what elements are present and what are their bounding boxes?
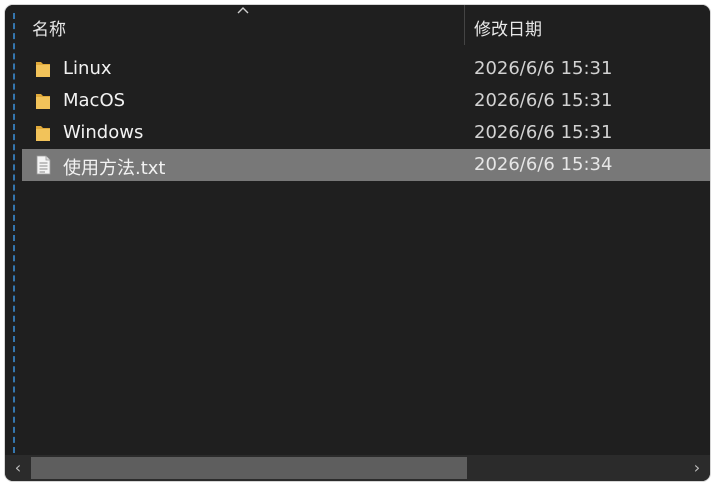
chevron-left-icon: ‹	[14, 458, 22, 477]
list-item[interactable]: Windows 2026/6/6 15:31	[22, 117, 710, 149]
list-item[interactable]: 使用方法.txt 2026/6/6 15:34	[22, 149, 710, 181]
file-modified-date: 2026/6/6 15:31	[474, 58, 613, 79]
file-name: MacOS	[63, 90, 126, 111]
column-divider[interactable]	[464, 5, 465, 45]
folder-icon	[36, 62, 50, 77]
file-name: Windows	[63, 122, 144, 143]
file-modified-date: 2026/6/6 15:34	[474, 154, 613, 175]
file-name: 使用方法.txt	[63, 158, 166, 179]
column-header: 名称 修改日期	[22, 5, 710, 45]
date-modified-column-header[interactable]: 修改日期	[474, 15, 542, 40]
list-item[interactable]: MacOS 2026/6/6 15:31	[22, 85, 710, 117]
file-list: Linux 2026/6/6 15:31 MacOS 2026/6/6 15:3…	[22, 53, 710, 181]
horizontal-scrollbar[interactable]: ‹ ›	[5, 455, 710, 481]
file-name: Linux	[63, 58, 112, 79]
scroll-left-button[interactable]: ‹	[5, 455, 31, 481]
name-column-header[interactable]: 名称	[32, 15, 66, 40]
sort-ascending-icon	[237, 7, 249, 14]
file-modified-date: 2026/6/6 15:31	[474, 122, 613, 143]
navigation-gutter	[5, 5, 22, 455]
scroll-right-button[interactable]: ›	[684, 455, 710, 481]
list-item[interactable]: Linux 2026/6/6 15:31	[22, 53, 710, 85]
file-explorer-window: 名称 修改日期 Linux 2026/6/6 15:31 MacOS 2026/…	[5, 5, 710, 481]
text-file-icon	[36, 155, 51, 175]
folder-icon	[36, 126, 50, 141]
focus-dashed-line	[13, 13, 15, 453]
chevron-right-icon: ›	[693, 458, 701, 477]
file-modified-date: 2026/6/6 15:31	[474, 90, 613, 111]
scrollbar-thumb[interactable]	[31, 457, 467, 479]
folder-icon	[36, 94, 50, 109]
